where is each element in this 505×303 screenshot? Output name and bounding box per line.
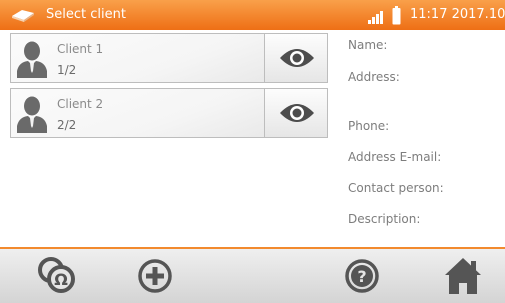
title-bar: Select client 11:17 2017.10.27 bbox=[0, 0, 505, 30]
client-row-2[interactable]: Client 2 2/2 bbox=[10, 88, 328, 138]
add-icon bbox=[138, 259, 172, 293]
client-row-1[interactable]: Client 1 1/2 bbox=[10, 33, 328, 83]
client-name: Client 1 bbox=[57, 42, 104, 56]
home-button[interactable] bbox=[441, 254, 485, 298]
home-icon bbox=[445, 258, 481, 294]
client-switch-icon: Ω bbox=[38, 257, 75, 293]
phone-label: Phone: bbox=[348, 119, 390, 133]
email-label: Address E-mail: bbox=[348, 150, 442, 164]
client-count: 1/2 bbox=[57, 63, 77, 77]
help-button[interactable]: ? bbox=[340, 254, 384, 298]
meter-icon bbox=[12, 10, 34, 22]
signal-icon bbox=[368, 11, 383, 24]
description-label: Description: bbox=[348, 212, 421, 226]
page-title: Select client bbox=[46, 7, 126, 22]
switch-client-button[interactable]: Ω bbox=[35, 254, 79, 298]
client-count: 2/2 bbox=[57, 118, 77, 132]
client-name: Client 2 bbox=[57, 97, 104, 111]
datetime: 11:17 2017.10.27 bbox=[410, 7, 505, 22]
bottom-toolbar: Ω ? bbox=[0, 249, 505, 303]
help-icon: ? bbox=[345, 259, 379, 293]
view-client-button[interactable] bbox=[264, 89, 327, 137]
name-label: Name: bbox=[348, 38, 388, 52]
address-label: Address: bbox=[348, 70, 400, 84]
eye-icon bbox=[280, 104, 314, 122]
person-icon bbox=[17, 96, 47, 133]
eye-icon bbox=[280, 49, 314, 67]
svg-text:Ω: Ω bbox=[54, 270, 68, 289]
svg-text:?: ? bbox=[357, 267, 366, 286]
person-icon bbox=[17, 41, 47, 78]
contact-person-label: Contact person: bbox=[348, 181, 444, 195]
battery-icon bbox=[392, 6, 401, 25]
add-client-button[interactable] bbox=[133, 254, 177, 298]
view-client-button[interactable] bbox=[264, 34, 327, 82]
